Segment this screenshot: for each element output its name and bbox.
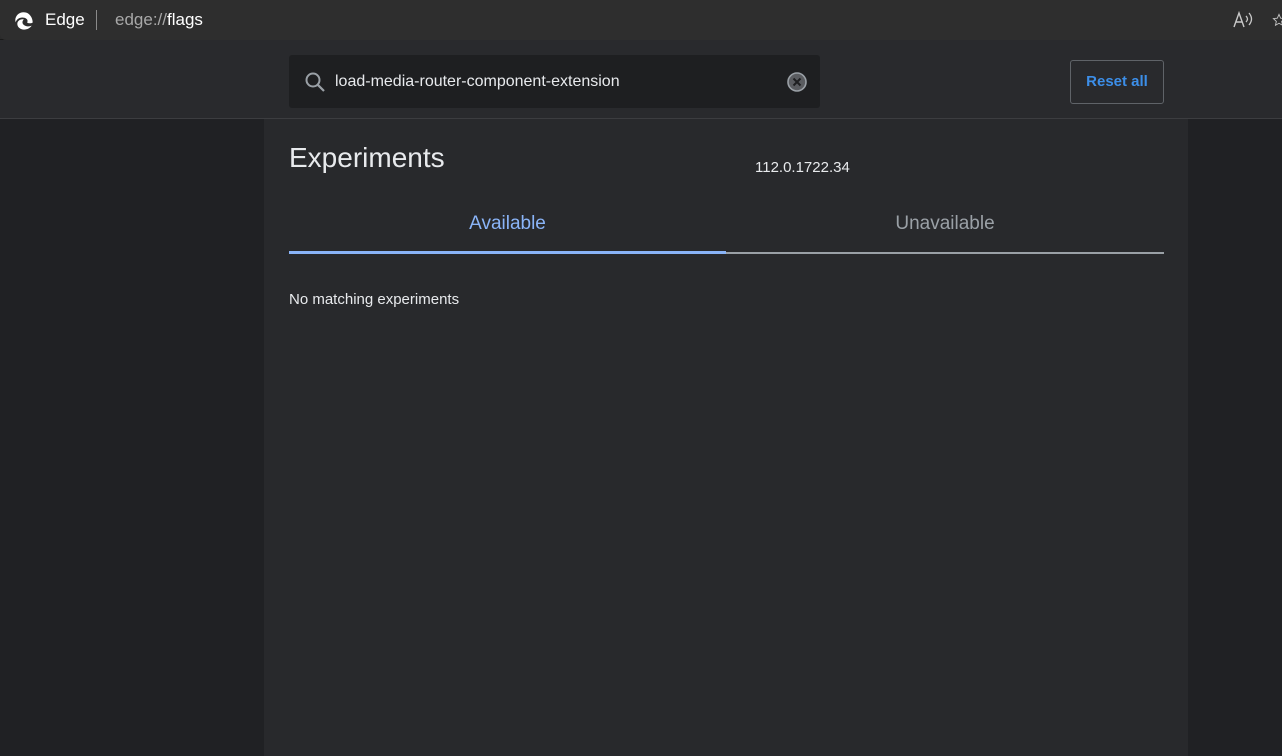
address-bar: Edge edge://flags — [0, 0, 1282, 40]
search-box — [289, 55, 820, 108]
clear-search-icon[interactable] — [786, 71, 808, 93]
page-title: Experiments — [289, 142, 445, 173]
search-icon — [305, 72, 325, 92]
address-bar-inner: Edge edge://flags — [0, 0, 1282, 40]
url-scheme: edge:// — [115, 10, 167, 29]
version-label: 112.0.1722.34 — [755, 159, 850, 176]
search-input[interactable] — [335, 70, 775, 94]
empty-state-message: No matching experiments — [289, 291, 460, 308]
experiments-panel: Experiments 112.0.1722.34 Available Unav… — [264, 119, 1188, 756]
favorites-star-icon[interactable] — [1272, 10, 1282, 30]
tab-available[interactable]: Available — [289, 204, 726, 254]
url-field[interactable]: edge://flags — [115, 10, 203, 30]
tab-bar: Available Unavailable — [289, 204, 1164, 254]
flags-header: Reset all — [0, 40, 1282, 119]
reset-all-button[interactable]: Reset all — [1070, 60, 1164, 104]
read-aloud-icon[interactable] — [1232, 10, 1254, 30]
tab-unavailable[interactable]: Unavailable — [726, 204, 1164, 254]
url-path: flags — [167, 10, 203, 29]
edge-logo-icon — [15, 12, 33, 30]
browser-name: Edge — [45, 10, 85, 29]
address-separator — [96, 10, 97, 30]
